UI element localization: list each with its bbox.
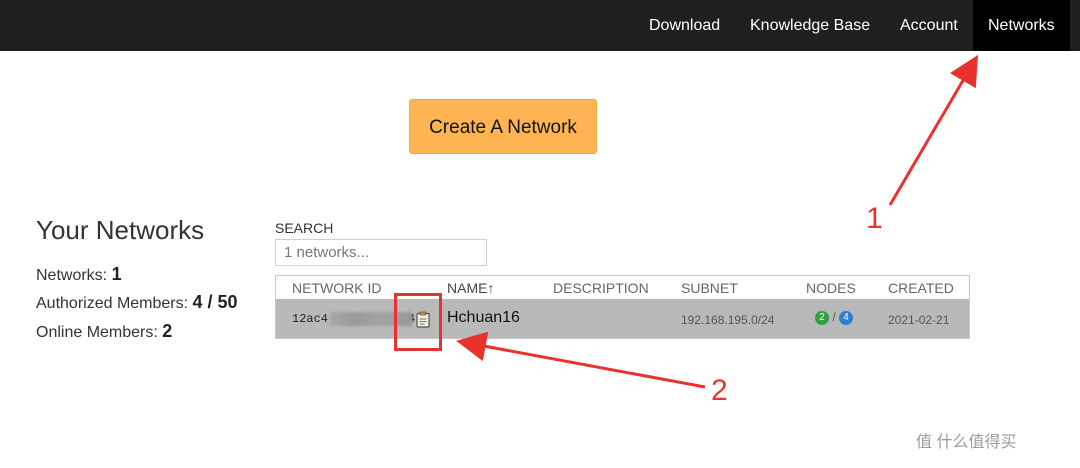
- authorized-members-value: 4 / 50: [192, 292, 238, 312]
- header-created[interactable]: CREATED: [888, 280, 954, 296]
- nav-networks[interactable]: Networks: [973, 0, 1070, 51]
- arrow-1: [888, 54, 979, 206]
- annotation-label-2: 2: [711, 374, 728, 407]
- network-id-prefix: 12ac4: [292, 312, 329, 326]
- header-nodes[interactable]: NODES: [806, 280, 856, 296]
- annotation-highlight-box: [394, 293, 442, 351]
- top-navbar: Download Knowledge Base Account Networks: [0, 0, 1080, 51]
- networks-count: Networks: 1: [36, 264, 122, 285]
- nav-account[interactable]: Account: [900, 0, 958, 51]
- network-nodes: 2 / 4: [815, 310, 854, 325]
- arrow-2: [456, 331, 706, 389]
- create-network-button[interactable]: Create A Network: [409, 99, 597, 154]
- header-subnet[interactable]: SUBNET: [681, 280, 738, 296]
- nodes-separator: /: [832, 310, 836, 324]
- network-created: 2021-02-21: [888, 313, 950, 327]
- authorized-members-label: Authorized Members:: [36, 295, 189, 312]
- online-members-label: Online Members:: [36, 324, 158, 341]
- network-subnet: 192.168.195.0/24: [681, 313, 775, 327]
- search-input[interactable]: [275, 239, 487, 266]
- search-label: SEARCH: [275, 220, 334, 236]
- your-networks-title: Your Networks: [36, 215, 205, 245]
- network-name[interactable]: Hchuan16: [447, 309, 520, 327]
- nav-download[interactable]: Download: [649, 0, 720, 51]
- header-description[interactable]: DESCRIPTION: [553, 280, 649, 296]
- annotation-label-1: 1: [866, 202, 883, 235]
- watermark: 值 什么值得买: [916, 434, 1017, 451]
- networks-count-value: 1: [111, 264, 122, 284]
- header-name[interactable]: NAME↑: [447, 280, 494, 296]
- online-members-value: 2: [162, 321, 173, 341]
- authorized-members: Authorized Members: 4 / 50: [36, 292, 238, 313]
- online-members: Online Members: 2: [36, 321, 172, 342]
- nodes-online-badge: 2: [815, 310, 829, 325]
- networks-table: NETWORK ID NAME↑ DESCRIPTION SUBNET NODE…: [275, 275, 970, 339]
- header-network-id[interactable]: NETWORK ID: [292, 280, 381, 296]
- table-header: NETWORK ID NAME↑ DESCRIPTION SUBNET NODE…: [276, 276, 969, 299]
- networks-count-label: Networks:: [36, 267, 108, 284]
- nodes-total-badge: 4: [839, 310, 854, 325]
- nav-knowledge-base[interactable]: Knowledge Base: [750, 0, 870, 51]
